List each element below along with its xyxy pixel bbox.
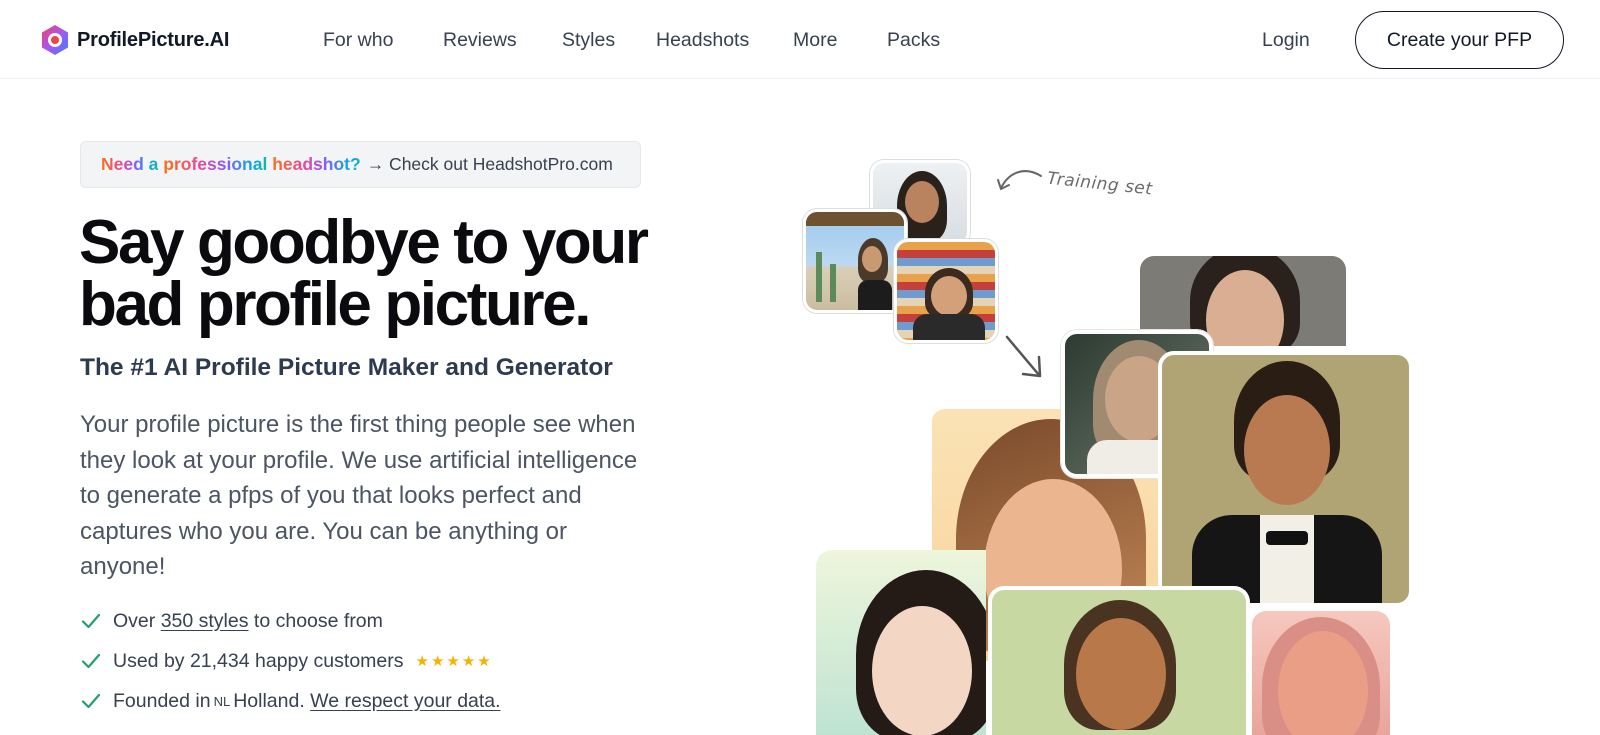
create-pfp-button[interactable]: Create your PFP (1355, 11, 1564, 69)
feature-styles-prefix: Over (113, 609, 156, 632)
brand-logo-icon (42, 25, 68, 55)
nav-link-styles[interactable]: Styles (562, 29, 615, 52)
hero-title-line-2: bad profile picture. (79, 270, 591, 339)
feature-founded-mid: Holland. (233, 689, 305, 712)
banner-link-text: → Check out HeadshotPro.com (366, 154, 613, 174)
rating-stars-icon: ★★★★★ (415, 653, 493, 670)
feature-styles-suffix: to choose from (253, 609, 383, 632)
nav-link-more[interactable]: More (793, 29, 837, 52)
nav-link-headshots[interactable]: Headshots (656, 29, 749, 52)
nav-link-for-who[interactable]: For who (323, 29, 393, 52)
top-navbar: ProfilePicture.AI For who Reviews Styles… (0, 0, 1600, 79)
styles-link[interactable]: 350 styles (161, 610, 249, 633)
headshotpro-banner[interactable]: Need a professional headshot? → Check ou… (80, 141, 641, 188)
check-icon (81, 693, 101, 709)
privacy-link[interactable]: We respect your data. (310, 690, 500, 713)
nav-link-packs[interactable]: Packs (887, 29, 940, 52)
nav-link-reviews[interactable]: Reviews (443, 29, 517, 52)
feature-item-founded: Founded in NL Holland. We respect your d… (80, 688, 501, 714)
generated-portrait-pink (1252, 611, 1390, 735)
down-arrow-icon (1005, 335, 1042, 378)
feature-item-styles: Over 350 styles to choose from (80, 608, 383, 634)
brand-name: ProfilePicture.AI (77, 28, 230, 51)
banner-word-1: Need a (101, 154, 159, 174)
brand-logo[interactable]: ProfilePicture.AI (38, 22, 229, 58)
hero-description: Your profile picture is the first thing … (80, 411, 638, 580)
login-link[interactable]: Login (1262, 29, 1310, 52)
banner-word-3: headshot? (272, 154, 361, 174)
hero-title-line-1: Say goodbye to your (79, 208, 649, 277)
hero-subtitle: The #1 AI Profile Picture Maker and Gene… (80, 354, 613, 381)
generated-portrait-mint (816, 550, 986, 735)
generated-portrait-green (988, 586, 1250, 735)
feature-item-customers: Used by 21,434 happy customers ★★★★★ (80, 648, 493, 674)
training-photo-2 (803, 209, 907, 313)
check-icon (81, 653, 101, 669)
curved-arrow-icon (997, 170, 1042, 191)
banner-word-2: professional (163, 154, 268, 174)
feature-customers-text: Used by 21,434 happy customers (113, 649, 404, 672)
check-icon (81, 613, 101, 629)
netherlands-flag-icon: NL (213, 693, 231, 709)
hero-title: Say goodbye to your bad profile picture. (79, 212, 679, 336)
training-photo-3 (894, 239, 998, 343)
feature-founded-prefix: Founded in (113, 689, 211, 712)
generated-portrait-tuxedo (1158, 351, 1413, 607)
training-set-annotation: Training set (1046, 168, 1154, 200)
